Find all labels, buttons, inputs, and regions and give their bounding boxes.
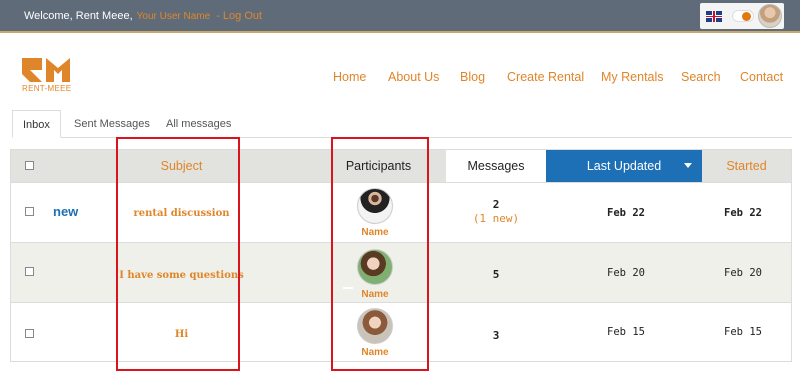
subject-column-highlight <box>116 137 240 371</box>
user-avatar[interactable] <box>758 4 782 28</box>
nav-contact[interactable]: Contact <box>740 70 783 84</box>
new-badge: new <box>53 204 79 219</box>
message-count: 2 (1 new) <box>446 198 546 226</box>
welcome-text: Welcome, Rent Meee, <box>24 10 133 22</box>
nav-my-rentals[interactable]: My Rentals <box>601 70 664 84</box>
message-count-value: 2 <box>492 198 500 211</box>
message-count-value: 3 <box>492 329 500 342</box>
header-started[interactable]: Started <box>702 150 791 182</box>
row-checkbox[interactable] <box>25 207 34 216</box>
tab-inbox[interactable]: Inbox <box>12 110 61 138</box>
main-nav: Home About Us Blog Create Rental My Rent… <box>333 70 783 86</box>
message-count: 3 <box>446 329 546 343</box>
nav-blog[interactable]: Blog <box>460 70 485 84</box>
top-tools <box>700 3 784 29</box>
started-date: Feb 15 <box>724 326 762 338</box>
uk-flag-icon[interactable] <box>706 11 722 22</box>
logo[interactable]: RENT-MEEE <box>22 58 72 94</box>
header-last-updated[interactable]: Last Updated <box>546 150 702 182</box>
logout-link[interactable]: - Log Out <box>216 10 262 22</box>
row-checkbox[interactable] <box>25 267 34 276</box>
last-updated-date: Feb 15 <box>607 326 645 338</box>
welcome-message: Welcome, Rent Meee, Your User Name - Log O… <box>24 10 262 22</box>
header-last-updated-label: Last Updated <box>586 159 662 173</box>
last-updated-date: Feb 20 <box>607 267 645 279</box>
toggle-switch[interactable] <box>732 10 754 22</box>
user-name: Your User Name <box>136 11 211 22</box>
message-count-value: 5 <box>492 268 500 281</box>
message-count: 5 <box>446 268 546 282</box>
logo-mark-icon <box>22 58 70 82</box>
nav-create-rental[interactable]: Create Rental <box>507 70 584 84</box>
select-all-checkbox[interactable] <box>25 161 34 170</box>
nav-about-us[interactable]: About Us <box>388 70 439 84</box>
logo-text: RENT-MEEE <box>22 84 72 93</box>
tab-all-messages[interactable]: All messages <box>166 110 231 138</box>
row-checkbox[interactable] <box>25 329 34 338</box>
top-bar: Welcome, Rent Meee, Your User Name - Log O… <box>0 0 800 33</box>
nav-home[interactable]: Home <box>333 70 366 84</box>
last-updated-date: Feb 22 <box>607 207 645 219</box>
sort-caret-icon <box>684 163 692 168</box>
participants-column-highlight <box>331 137 429 371</box>
header-messages: Messages <box>446 150 546 182</box>
new-count: (1 new) <box>472 212 520 225</box>
nav-search[interactable]: Search <box>681 70 721 84</box>
started-date: Feb 22 <box>724 207 762 219</box>
tab-sent-messages[interactable]: Sent Messages <box>74 110 150 138</box>
started-date: Feb 20 <box>724 267 762 279</box>
